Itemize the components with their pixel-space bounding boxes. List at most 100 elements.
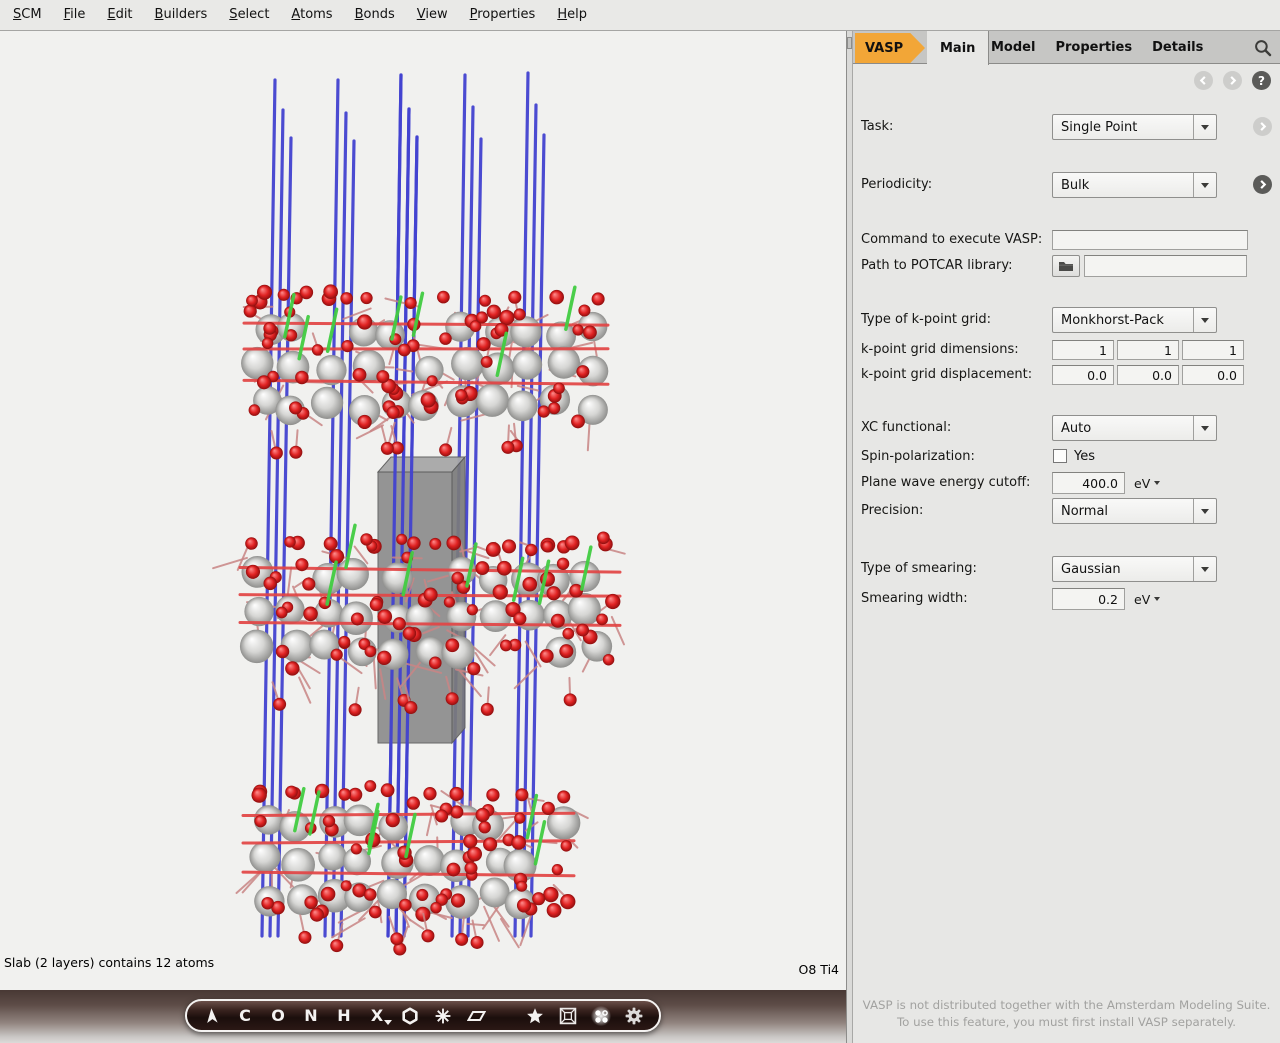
forward-icon[interactable] bbox=[1223, 71, 1242, 90]
kgrid-dim-x-input[interactable] bbox=[1052, 340, 1114, 360]
row-periodicity: Periodicity: Bulk bbox=[853, 172, 1280, 198]
row-kgrid-dims: k-point grid dimensions: bbox=[853, 340, 1280, 360]
menu-scm[interactable]: SCM bbox=[2, 0, 53, 30]
tab-main[interactable]: Main bbox=[927, 31, 989, 65]
row-smearing: Type of smearing: Gaussian bbox=[853, 556, 1280, 582]
row-kgrid-type: Type of k-point grid: Monkhorst-Pack bbox=[853, 307, 1280, 333]
splitter-grip[interactable] bbox=[847, 37, 852, 49]
cutoff-unit-dropdown[interactable]: eV bbox=[1134, 472, 1160, 494]
row-command: Command to execute VASP: bbox=[853, 230, 1280, 250]
dropdown-arrow-icon bbox=[1193, 173, 1216, 197]
row-kgrid-disp: k-point grid displacement: bbox=[853, 365, 1280, 385]
row-precision: Precision: Normal bbox=[853, 498, 1280, 524]
row-potcar: Path to POTCAR library: bbox=[853, 255, 1280, 277]
viewer-formula-text: O8 Ti4 bbox=[799, 962, 839, 977]
xc-dropdown[interactable]: Auto bbox=[1052, 415, 1217, 441]
periodicity-detail-icon[interactable] bbox=[1253, 175, 1272, 194]
menu-bar: SCMFileEditBuildersSelectAtomsBondsViewP… bbox=[0, 0, 1280, 31]
kgrid-disp-label: k-point grid displacement: bbox=[861, 365, 1032, 385]
unit-arrow-icon bbox=[1154, 597, 1160, 601]
row-smearing-width: Smearing width: eV bbox=[853, 588, 1280, 610]
tab-model[interactable]: Model bbox=[981, 40, 1045, 55]
back-icon[interactable] bbox=[1194, 71, 1213, 90]
kgrid-disp-y-input[interactable] bbox=[1117, 365, 1179, 385]
cutoff-input[interactable] bbox=[1052, 472, 1125, 494]
dropdown-arrow-icon bbox=[1193, 499, 1216, 523]
precision-dropdown[interactable]: Normal bbox=[1052, 498, 1217, 524]
ring-tool-icon[interactable] bbox=[400, 1006, 420, 1026]
kgrid-dims-label: k-point grid dimensions: bbox=[861, 340, 1019, 360]
hydrogen-tool[interactable]: H bbox=[334, 1006, 354, 1026]
pointer-tool-icon[interactable] bbox=[202, 1006, 222, 1026]
plane-tool-icon[interactable] bbox=[466, 1006, 486, 1026]
menu-edit[interactable]: Edit bbox=[96, 0, 143, 30]
vasp-disclaimer: VASP is not distributed together with th… bbox=[853, 997, 1280, 1031]
smearing-label: Type of smearing: bbox=[861, 556, 977, 582]
smearing-dropdown[interactable]: Gaussian bbox=[1052, 556, 1217, 582]
viewer-bottom-strip: CONHX bbox=[0, 990, 846, 1043]
row-xc: XC functional: Auto bbox=[853, 415, 1280, 441]
row-task: Task: Single Point bbox=[853, 114, 1280, 140]
molecule-3d-scene[interactable] bbox=[0, 31, 846, 990]
menu-help[interactable]: Help bbox=[546, 0, 598, 30]
smearing-width-input[interactable] bbox=[1052, 588, 1125, 610]
panel-splitter[interactable] bbox=[846, 31, 853, 1043]
xc-label: XC functional: bbox=[861, 415, 951, 441]
task-dropdown[interactable]: Single Point bbox=[1052, 114, 1217, 140]
menu-builders[interactable]: Builders bbox=[144, 0, 219, 30]
viewer-status-text: Slab (2 layers) contains 12 atoms bbox=[4, 955, 214, 970]
precision-label: Precision: bbox=[861, 498, 923, 524]
task-label: Task: bbox=[861, 114, 893, 140]
element-x-tool[interactable]: X bbox=[367, 1006, 387, 1026]
settings-tool-icon[interactable] bbox=[624, 1006, 644, 1026]
tab-details[interactable]: Details bbox=[1142, 40, 1213, 55]
row-cutoff: Plane wave energy cutoff: eV bbox=[853, 472, 1280, 494]
kgrid-disp-x-input[interactable] bbox=[1052, 365, 1114, 385]
menu-properties[interactable]: Properties bbox=[459, 0, 547, 30]
cutoff-label: Plane wave energy cutoff: bbox=[861, 472, 1030, 494]
help-icon[interactable]: ? bbox=[1252, 71, 1271, 90]
menu-file[interactable]: File bbox=[53, 0, 97, 30]
dropdown-arrow-icon bbox=[1193, 115, 1216, 139]
tab-properties[interactable]: Properties bbox=[1045, 40, 1142, 55]
smearing-unit-dropdown[interactable]: eV bbox=[1134, 588, 1160, 610]
kgrid-type-label: Type of k-point grid: bbox=[861, 307, 991, 333]
vasp-panel: VASP Main ModelPropertiesDetails ? Task:… bbox=[853, 31, 1280, 1043]
kgrid-disp-z-input[interactable] bbox=[1182, 365, 1244, 385]
menu-select[interactable]: Select bbox=[218, 0, 280, 30]
folder-icon bbox=[1058, 260, 1074, 272]
kgrid-dim-z-input[interactable] bbox=[1182, 340, 1244, 360]
kgrid-dim-y-input[interactable] bbox=[1117, 340, 1179, 360]
carbon-tool[interactable]: C bbox=[235, 1006, 255, 1026]
periodicity-dropdown[interactable]: Bulk bbox=[1052, 172, 1217, 198]
spin-checkbox-label: Yes bbox=[1074, 448, 1095, 466]
freeze-tool-icon[interactable] bbox=[433, 1006, 453, 1026]
menu-bonds[interactable]: Bonds bbox=[344, 0, 406, 30]
potcar-label: Path to POTCAR library: bbox=[861, 255, 1013, 277]
molecule-viewer[interactable]: Slab (2 layers) contains 12 atoms O8 Ti4… bbox=[0, 31, 846, 1043]
spin-label: Spin-polarization: bbox=[861, 448, 975, 466]
favorites-tool-icon[interactable] bbox=[525, 1006, 545, 1026]
potcar-path-input[interactable] bbox=[1084, 255, 1247, 277]
command-label: Command to execute VASP: bbox=[861, 230, 1042, 250]
kgrid-type-dropdown[interactable]: Monkhorst-Pack bbox=[1052, 307, 1217, 333]
dropdown-arrow-icon bbox=[1193, 308, 1216, 332]
dropdown-arrow-icon bbox=[1193, 416, 1216, 440]
command-input[interactable] bbox=[1052, 230, 1248, 250]
dropdown-arrow-icon bbox=[1193, 557, 1216, 581]
menu-atoms[interactable]: Atoms bbox=[280, 0, 343, 30]
browse-folder-button[interactable] bbox=[1052, 255, 1080, 277]
spin-checkbox[interactable] bbox=[1053, 449, 1067, 463]
viewport-tool-icon[interactable] bbox=[558, 1006, 578, 1026]
menu-view[interactable]: View bbox=[406, 0, 459, 30]
unit-arrow-icon bbox=[1154, 481, 1160, 485]
task-detail-icon bbox=[1253, 117, 1272, 136]
search-icon[interactable] bbox=[1253, 38, 1273, 58]
product-tab-vasp[interactable]: VASP bbox=[855, 33, 925, 63]
oxygen-tool[interactable]: O bbox=[268, 1006, 288, 1026]
panel-nav-row: ? bbox=[1194, 71, 1271, 90]
row-spin: Spin-polarization: Yes bbox=[853, 448, 1280, 466]
smearing-width-label: Smearing width: bbox=[861, 588, 968, 610]
molecule-view-tool-icon[interactable] bbox=[591, 1006, 611, 1026]
nitrogen-tool[interactable]: N bbox=[301, 1006, 321, 1026]
